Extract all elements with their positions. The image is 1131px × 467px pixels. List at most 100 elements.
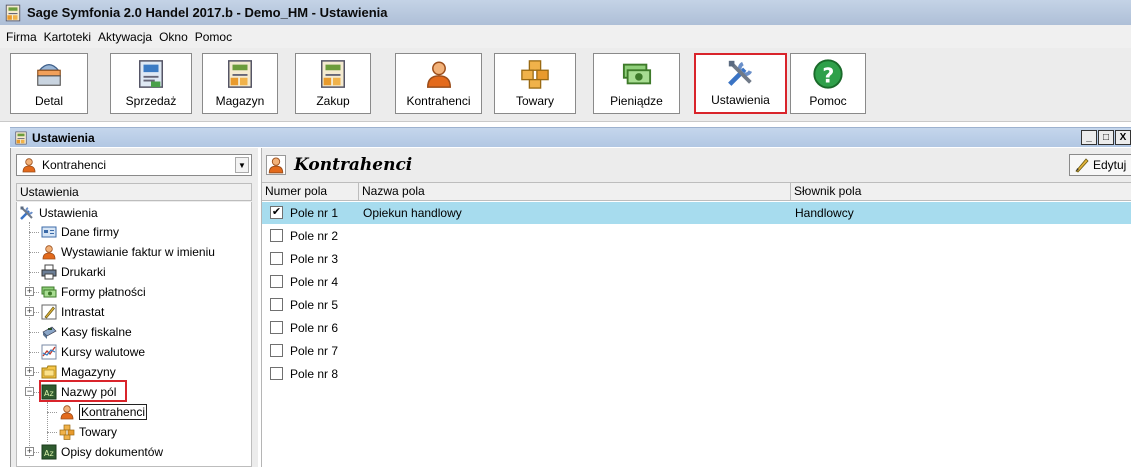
invoice-icon (136, 59, 166, 89)
field-names-grid: Numer pola Nazwa pola Słownik pola ✔ Pol… (262, 182, 1131, 467)
cell-numer-pola: Pole nr 8 (290, 367, 339, 381)
toolbar-button-label: Kontrahenci (406, 94, 471, 108)
tree-item-label: Wystawianie faktur w imieniu (61, 245, 215, 259)
row-checkbox[interactable]: ✔ (270, 206, 283, 219)
row-checkbox[interactable] (270, 252, 283, 265)
field-names-icon (41, 444, 57, 460)
close-button[interactable]: X (1115, 130, 1131, 145)
row-checkbox[interactable] (270, 367, 283, 380)
window-controls: _ □ X (1080, 130, 1131, 145)
toolbar-zakup-button[interactable]: Zakup (295, 53, 371, 114)
purchase-icon (318, 59, 348, 89)
expand-magazyny[interactable]: + (25, 367, 34, 376)
tree-item-label: Kursy walutowe (61, 345, 146, 359)
table-row[interactable]: Pole nr 5 (262, 294, 1131, 316)
row-checkbox[interactable] (270, 321, 283, 334)
tree-connector (47, 412, 57, 413)
toolbar-sprzedaz-button[interactable]: Sprzedaż (110, 53, 192, 114)
tree-item-kursy-walutowe[interactable]: Kursy walutowe (41, 342, 145, 362)
toolbar-button-label: Zakup (316, 94, 350, 108)
collapse-nazwy-pol[interactable]: − (25, 387, 34, 396)
cell-numer-pola: Pole nr 5 (290, 298, 339, 312)
highlight-annotation (39, 380, 127, 402)
window-title: Sage Symfonia 2.0 Handel 2017.b - Demo_H… (27, 5, 388, 20)
toolbar-magazyn-button[interactable]: Magazyn (202, 53, 278, 114)
app-icon (4, 4, 22, 22)
tree-item-towary[interactable]: Towary (59, 422, 117, 442)
tree-item-intrastat[interactable]: Intrastat (41, 302, 104, 322)
minimize-button[interactable]: _ (1081, 130, 1097, 145)
row-checkbox[interactable] (270, 229, 283, 242)
grid-header: Numer pola Nazwa pola Słownik pola (262, 183, 1131, 201)
help-icon (813, 59, 843, 89)
cell-nazwa-pola: Opiekun handlowy (363, 206, 462, 220)
panel-title: Kontrahenci (294, 155, 413, 175)
menu-okno[interactable]: Okno (159, 30, 188, 44)
table-row[interactable]: Pole nr 8 (262, 363, 1131, 385)
tree-item-kasy-fiskalne[interactable]: Kasy fiskalne (41, 322, 132, 342)
cash-register-icon (34, 59, 64, 89)
settings-navigation-panel: Kontrahenci ▼ Ustawienia + + + − + Ustaw… (10, 148, 258, 467)
tree-item-drukarki[interactable]: Drukarki (41, 262, 106, 282)
menu-kartoteki[interactable]: Kartoteki (44, 30, 91, 44)
toolbar-pomoc-button[interactable]: Pomoc (790, 53, 866, 114)
expand-drukarki[interactable]: + (25, 287, 34, 296)
tree-connector (29, 222, 30, 458)
table-row[interactable]: Pole nr 4 (262, 271, 1131, 293)
boxes-icon (520, 59, 550, 89)
person-icon (41, 244, 57, 260)
category-combo[interactable]: Kontrahenci ▼ (16, 154, 252, 176)
tree-item-wystawianie-faktur[interactable]: Wystawianie faktur w imieniu (41, 242, 215, 262)
toolbar-pieniadze-button[interactable]: Pieniądze (593, 53, 680, 114)
row-checkbox[interactable] (270, 344, 283, 357)
chevron-down-icon[interactable]: ▼ (235, 157, 249, 173)
toolbar-kontrahenci-button[interactable]: Kontrahenci (395, 53, 482, 114)
column-header-numer-pola[interactable]: Numer pola (262, 183, 359, 201)
menu-pomoc[interactable]: Pomoc (195, 30, 232, 44)
cash-register-icon (41, 324, 57, 340)
column-header-slownik-pola[interactable]: Słownik pola (791, 183, 1131, 201)
tree-item-label: Magazyny (61, 365, 116, 379)
person-icon (59, 404, 75, 420)
combo-value: Kontrahenci (42, 158, 107, 172)
expand-formy-platnosci[interactable]: + (25, 307, 34, 316)
tree-connector (29, 272, 39, 273)
toolbar-button-label: Pomoc (809, 94, 847, 108)
menu-firma[interactable]: Firma (6, 30, 37, 44)
tree-header: Ustawienia (16, 183, 252, 201)
toolbar-button-label: Towary (515, 94, 554, 108)
tree-item-label: Ustawienia (39, 206, 98, 220)
tree-item-label: Kasy fiskalne (61, 325, 132, 339)
menu-bar: Firma Kartoteki Aktywacja Okno Pomoc (0, 25, 1131, 48)
tree-item-magazyny[interactable]: Magazyny (41, 362, 116, 382)
toolbar-towary-button[interactable]: Towary (494, 53, 576, 114)
row-checkbox[interactable] (270, 275, 283, 288)
tree-item-dane-firmy[interactable]: Dane firmy (41, 222, 119, 242)
menu-aktywacja[interactable]: Aktywacja (98, 30, 152, 44)
window-title-bar: Sage Symfonia 2.0 Handel 2017.b - Demo_H… (0, 0, 1131, 25)
tree-connector (47, 432, 57, 433)
column-header-nazwa-pola[interactable]: Nazwa pola (359, 183, 791, 201)
table-row[interactable]: Pole nr 7 (262, 340, 1131, 362)
tree-item-formy-platnosci[interactable]: Formy płatności (41, 282, 146, 302)
table-row[interactable]: Pole nr 2 (262, 225, 1131, 247)
edit-button[interactable]: Edytuj (1069, 154, 1131, 176)
table-row[interactable]: Pole nr 6 (262, 317, 1131, 339)
table-row[interactable]: ✔ Pole nr 1 Opiekun handlowy Handlowcy (262, 202, 1131, 224)
tree-item-opisy-dokumentow[interactable]: Opisy dokumentów (41, 442, 163, 462)
table-row[interactable]: Pole nr 3 (262, 248, 1131, 270)
row-checkbox[interactable] (270, 298, 283, 311)
tree-item-label: Opisy dokumentów (61, 445, 164, 459)
cell-numer-pola: Pole nr 3 (290, 252, 339, 266)
tree-connector (29, 232, 39, 233)
cell-numer-pola: Pole nr 6 (290, 321, 339, 335)
tree-item-label: Drukarki (61, 265, 106, 279)
expand-opisy-dokumentow[interactable]: + (25, 447, 34, 456)
toolbar-ustawienia-button[interactable]: Ustawienia (694, 53, 787, 114)
tree-item-label: Intrastat (61, 305, 105, 319)
tree-item-ustawienia[interactable]: Ustawienia (19, 203, 98, 223)
toolbar-button-label: Sprzedaż (125, 94, 177, 108)
maximize-button[interactable]: □ (1098, 130, 1114, 145)
toolbar-detal-button[interactable]: Detal (10, 53, 88, 114)
tree-item-kontrahenci[interactable]: Kontrahenci (59, 402, 148, 422)
